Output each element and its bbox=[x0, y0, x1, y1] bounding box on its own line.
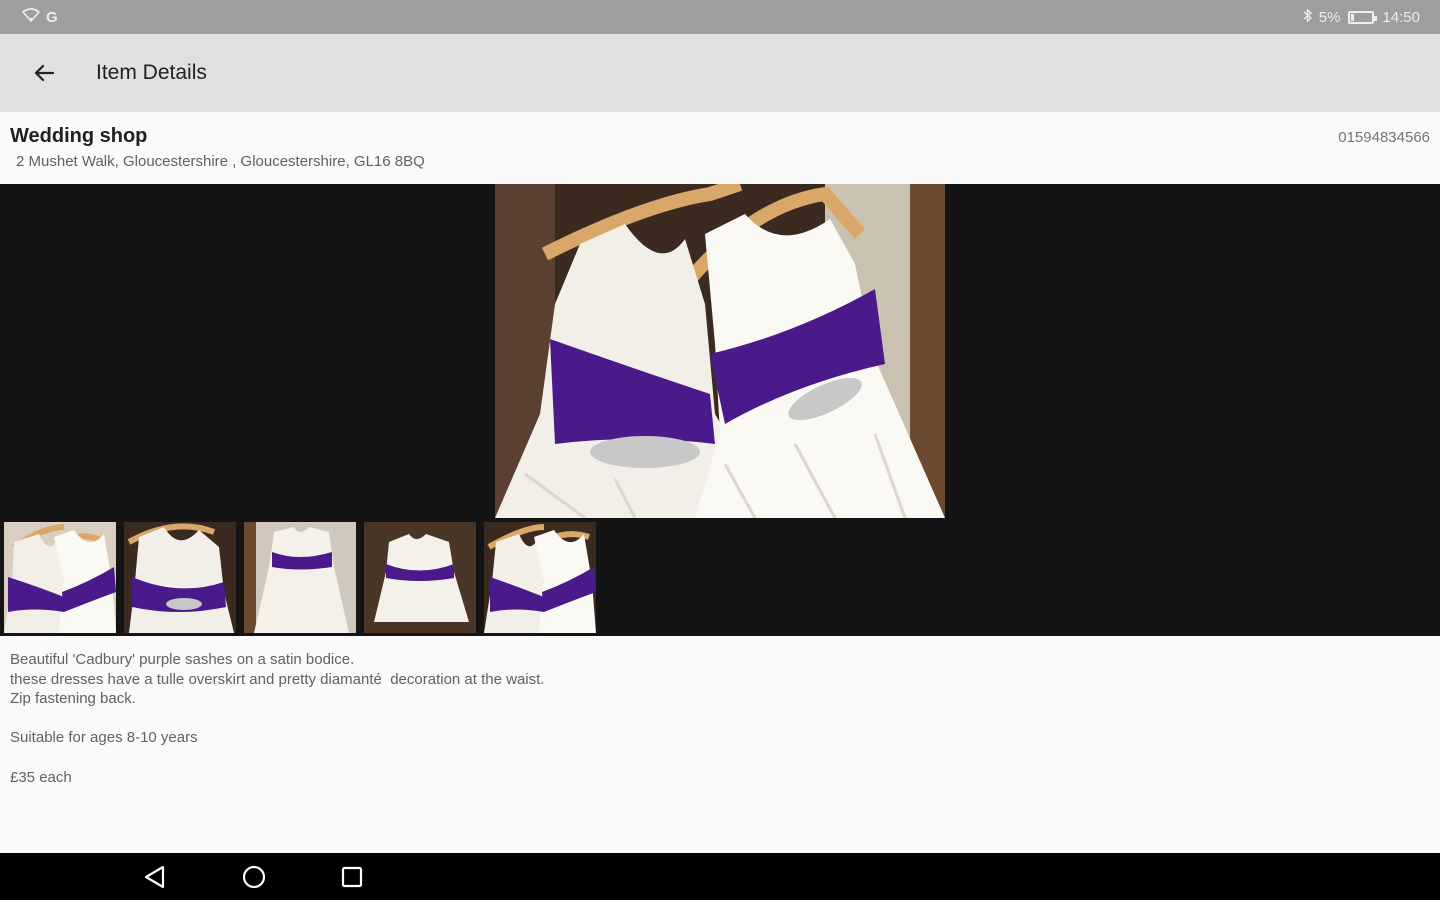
shop-phone[interactable]: 01594834566 bbox=[1338, 129, 1430, 146]
description-line: Zip fastening back. bbox=[10, 690, 136, 708]
bluetooth-icon bbox=[1303, 7, 1313, 27]
page-title: Item Details bbox=[96, 61, 207, 84]
battery-icon bbox=[1348, 10, 1378, 24]
thumbnail-3[interactable] bbox=[244, 522, 356, 633]
description-line: Suitable for ages 8-10 years bbox=[10, 729, 198, 747]
description-line: Beautiful 'Cadbury' purple sashes on a s… bbox=[10, 651, 355, 668]
thumbnail-strip bbox=[4, 522, 596, 633]
description-line bbox=[10, 748, 1410, 768]
circle-home-icon bbox=[242, 865, 266, 889]
system-nav-bar bbox=[0, 853, 1440, 900]
thumbnail-2[interactable] bbox=[124, 522, 236, 633]
description-price: £35 each bbox=[10, 768, 72, 786]
nav-home-button[interactable] bbox=[234, 861, 274, 893]
status-left: G bbox=[21, 8, 58, 26]
thumbnail-4[interactable] bbox=[364, 522, 476, 633]
arrow-left-icon bbox=[34, 64, 55, 82]
app-bar: Item Details bbox=[0, 34, 1440, 112]
thumbnail-5[interactable] bbox=[484, 522, 596, 633]
thumbnail-1[interactable] bbox=[4, 522, 116, 633]
status-bar: G 5% 14:50 bbox=[0, 0, 1440, 34]
triangle-back-icon bbox=[144, 865, 165, 889]
item-description: Beautiful 'Cadbury' purple sashes on a s… bbox=[10, 650, 1410, 787]
status-right: 5% 14:50 bbox=[1303, 7, 1420, 27]
description-line: these dresses have a tulle overskirt and… bbox=[10, 670, 545, 688]
main-image[interactable] bbox=[495, 184, 945, 518]
nav-back-button[interactable] bbox=[135, 861, 175, 893]
square-recents-icon bbox=[341, 866, 363, 888]
shop-address[interactable]: 2 Mushet Walk, Gloucestershire , Glouces… bbox=[16, 153, 425, 170]
battery-percent: 5% bbox=[1318, 8, 1341, 26]
nav-recents-button[interactable] bbox=[332, 861, 372, 893]
wifi-icon bbox=[21, 8, 41, 26]
description-line bbox=[10, 709, 1410, 729]
network-type-text: G bbox=[46, 8, 58, 26]
image-gallery bbox=[0, 184, 1440, 636]
back-button[interactable] bbox=[22, 51, 66, 95]
shop-header: Wedding shop 2 Mushet Walk, Gloucestersh… bbox=[0, 112, 1440, 184]
clock: 14:50 bbox=[1382, 8, 1420, 26]
shop-name: Wedding shop bbox=[10, 125, 148, 147]
